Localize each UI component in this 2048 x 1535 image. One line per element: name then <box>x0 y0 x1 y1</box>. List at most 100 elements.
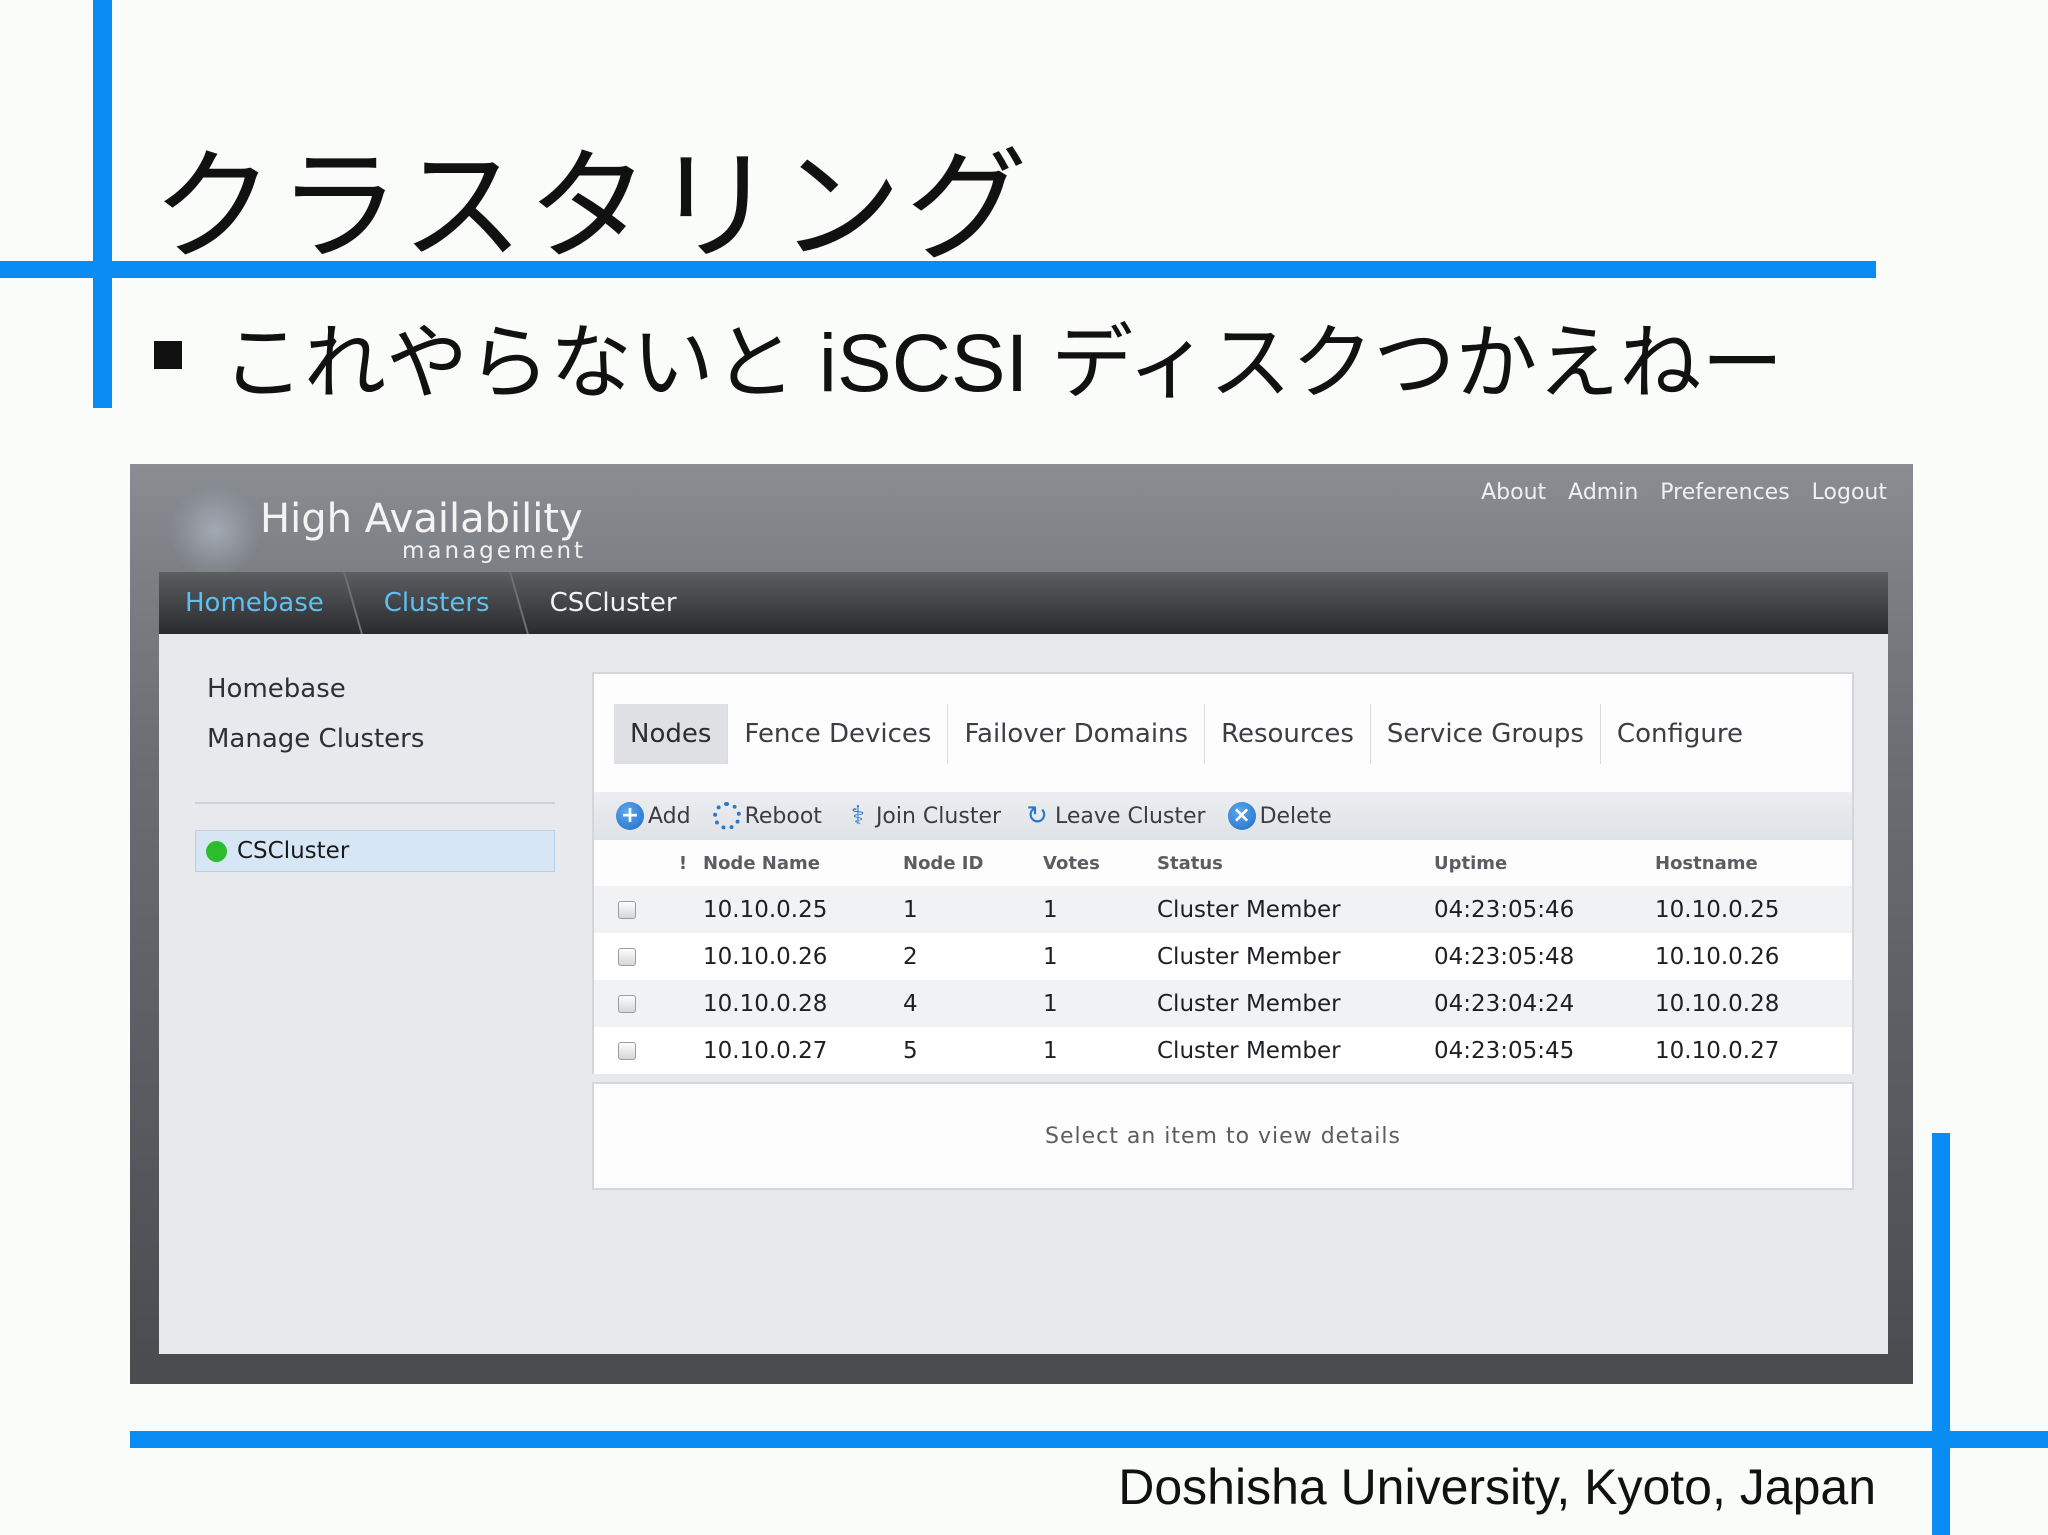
nodes-panel: Nodes Fence Devices Failover Domains Res… <box>592 672 1854 1074</box>
nodes-table: ! Node Name Node ID Votes Status Uptime … <box>594 840 1852 1074</box>
sidebar-item-manage-clusters[interactable]: Manage Clusters <box>207 724 424 754</box>
header-status[interactable]: Status <box>1157 853 1434 874</box>
reboot-icon <box>712 802 741 830</box>
main-content: Homebase Manage Clusters CSCluster Nodes… <box>159 634 1888 1354</box>
node-id-cell: 4 <box>903 990 918 1017</box>
delete-icon: × <box>1227 802 1256 830</box>
table-row[interactable]: 10.10.0.28 4 1 Cluster Member 04:23:04:2… <box>594 980 1852 1027</box>
tab-resources[interactable]: Resources <box>1204 704 1370 764</box>
breadcrumb: Homebase Clusters CSCluster <box>159 572 1888 634</box>
uptime-cell: 04:23:05:45 <box>1434 1037 1575 1064</box>
uptime-cell: 04:23:05:48 <box>1434 943 1575 970</box>
top-nav-admin[interactable]: Admin <box>1568 480 1638 505</box>
slide-footer: Doshisha University, Kyoto, Japan <box>1118 1459 1876 1515</box>
reboot-button[interactable]: Reboot <box>712 802 822 830</box>
row-select-cell <box>594 947 663 966</box>
brand-title: High Availability <box>260 496 583 542</box>
details-panel: Select an item to view details <box>592 1082 1854 1190</box>
leave-cluster-button[interactable]: ↻ Leave Cluster <box>1023 801 1206 831</box>
refresh-icon: ↻ <box>1026 801 1048 831</box>
row-checkbox[interactable] <box>618 1041 636 1060</box>
row-select-cell <box>594 994 663 1013</box>
tab-fence-devices[interactable]: Fence Devices <box>727 704 947 764</box>
vertical-accent-bar-left <box>93 0 112 408</box>
top-nav-about[interactable]: About <box>1481 480 1546 505</box>
header-alert[interactable]: ! <box>663 853 703 874</box>
header-hostname[interactable]: Hostname <box>1655 853 1835 874</box>
link-icon: ⚕ <box>850 801 865 831</box>
row-checkbox[interactable] <box>618 994 636 1013</box>
breadcrumb-clusters[interactable]: Clusters <box>358 572 518 634</box>
header-node-id[interactable]: Node ID <box>903 853 1043 874</box>
node-toolbar: + Add Reboot ⚕ Join Cluster ↻ Leave Clus… <box>594 792 1852 840</box>
details-placeholder: Select an item to view details <box>1044 1123 1401 1149</box>
status-ok-icon <box>206 840 227 862</box>
node-id-cell: 1 <box>903 896 918 923</box>
node-name-cell: 10.10.0.27 <box>703 1037 828 1064</box>
hostname-cell: 10.10.0.28 <box>1655 990 1780 1017</box>
uptime-cell: 04:23:05:46 <box>1434 896 1575 923</box>
row-select-cell <box>594 1041 663 1060</box>
join-cluster-button[interactable]: ⚕ Join Cluster <box>844 802 1001 830</box>
uptime-cell: 04:23:04:24 <box>1434 990 1575 1017</box>
node-name-cell: 10.10.0.26 <box>703 943 828 970</box>
node-name-cell: 10.10.0.25 <box>703 896 828 923</box>
hostname-cell: 10.10.0.26 <box>1655 943 1780 970</box>
votes-cell: 1 <box>1043 896 1058 923</box>
leave-cluster-label: Leave Cluster <box>1055 803 1206 829</box>
node-id-cell: 5 <box>903 1037 918 1064</box>
row-checkbox[interactable] <box>618 900 636 919</box>
horizontal-accent-bar-bottom <box>130 1431 2048 1448</box>
header-uptime[interactable]: Uptime <box>1434 853 1655 874</box>
add-label: Add <box>648 803 691 829</box>
logo-icon <box>170 486 260 576</box>
bullet-text: これやらないと iSCSI ディスクつかえねー <box>222 317 1784 409</box>
top-nav-logout[interactable]: Logout <box>1812 480 1887 505</box>
breadcrumb-current: CSCluster <box>549 588 677 618</box>
status-cell: Cluster Member <box>1157 943 1341 970</box>
sidebar-item-homebase[interactable]: Homebase <box>207 674 424 704</box>
row-checkbox[interactable] <box>618 947 636 966</box>
breadcrumb-homebase[interactable]: Homebase <box>159 572 352 634</box>
tab-bar: Nodes Fence Devices Failover Domains Res… <box>614 704 1759 764</box>
table-row[interactable]: 10.10.0.26 2 1 Cluster Member 04:23:05:4… <box>594 933 1852 980</box>
top-nav-preferences[interactable]: Preferences <box>1660 480 1789 505</box>
ha-management-window: High Availability management About Admin… <box>130 464 1913 1384</box>
node-id-cell: 2 <box>903 943 918 970</box>
node-name-cell: 10.10.0.28 <box>703 990 828 1017</box>
votes-cell: 1 <box>1043 1037 1058 1064</box>
sidebar-item-cscluster[interactable]: CSCluster <box>195 830 555 872</box>
delete-button[interactable]: × Delete <box>1227 802 1332 830</box>
status-cell: Cluster Member <box>1157 990 1341 1017</box>
slide-title: クラスタリング <box>152 136 1032 278</box>
delete-label: Delete <box>1259 803 1332 829</box>
header-votes[interactable]: Votes <box>1043 853 1157 874</box>
join-cluster-label: Join Cluster <box>875 803 1002 829</box>
brand: High Availability management <box>170 476 610 576</box>
hostname-cell: 10.10.0.27 <box>1655 1037 1780 1064</box>
table-row[interactable]: 10.10.0.25 1 1 Cluster Member 04:23:05:4… <box>594 886 1852 933</box>
bullet-item: これやらないと iSCSI ディスクつかえねー <box>154 310 1783 409</box>
table-row[interactable]: 10.10.0.27 5 1 Cluster Member 04:23:05:4… <box>594 1027 1852 1074</box>
row-select-cell <box>594 900 663 919</box>
header-node-name[interactable]: Node Name <box>703 853 903 874</box>
table-header: ! Node Name Node ID Votes Status Uptime … <box>594 840 1852 886</box>
status-cell: Cluster Member <box>1157 896 1341 923</box>
tab-service-groups[interactable]: Service Groups <box>1369 704 1600 764</box>
tab-configure[interactable]: Configure <box>1599 704 1759 764</box>
brand-subtitle: management <box>402 538 587 564</box>
reboot-label: Reboot <box>744 803 822 829</box>
sidebar-divider <box>195 802 555 804</box>
plus-icon: + <box>616 802 644 830</box>
tab-nodes[interactable]: Nodes <box>614 704 728 764</box>
bullet-marker <box>154 341 182 369</box>
sidebar-nav: Homebase Manage Clusters <box>207 674 424 774</box>
tab-failover-domains[interactable]: Failover Domains <box>947 704 1204 764</box>
cluster-name: CSCluster <box>237 838 350 864</box>
top-nav: About Admin Preferences Logout <box>1481 480 1887 505</box>
votes-cell: 1 <box>1043 943 1058 970</box>
votes-cell: 1 <box>1043 990 1058 1017</box>
add-button[interactable]: + Add <box>616 802 691 830</box>
hostname-cell: 10.10.0.25 <box>1655 896 1780 923</box>
status-cell: Cluster Member <box>1157 1037 1341 1064</box>
